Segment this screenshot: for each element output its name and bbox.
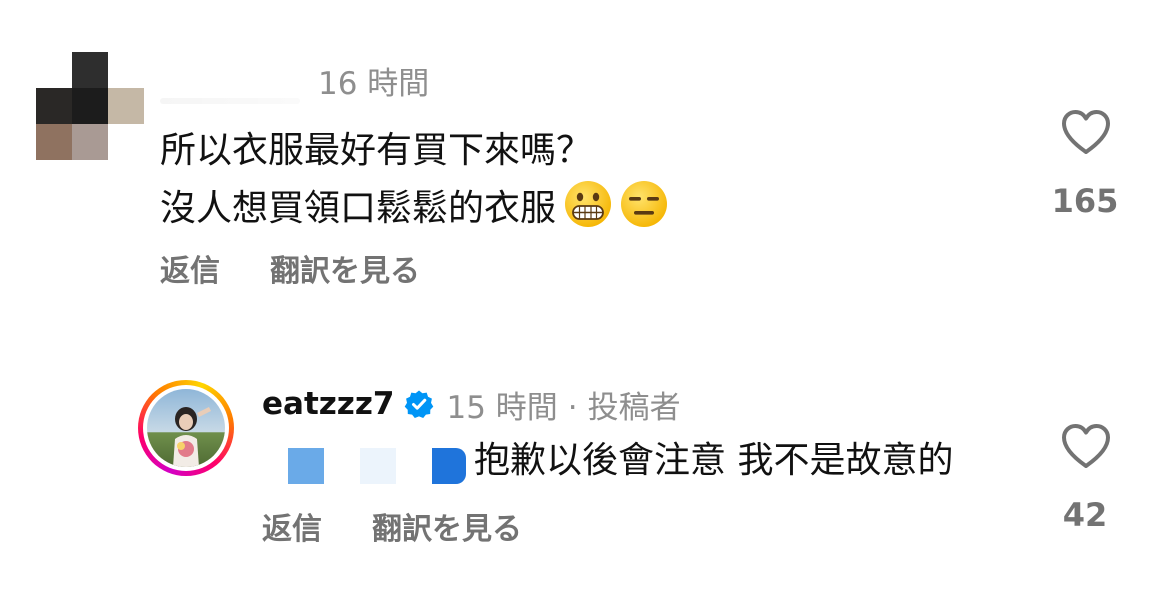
grimacing-face-emoji-icon <box>565 181 612 227</box>
redacted-block <box>288 448 324 484</box>
comment-text: 所以衣服最好有買下來嗎？ 沒人想買領口鬆鬆的衣服 <box>160 122 668 238</box>
comment-actions: 返信 翻訳を見る <box>262 512 522 548</box>
see-translation-button[interactable]: 翻訳を見る <box>372 512 522 547</box>
like-count: 42 <box>1062 496 1108 534</box>
see-translation-button[interactable]: 翻訳を見る <box>270 254 420 289</box>
heart-icon[interactable] <box>1060 108 1112 156</box>
comment-header: eatzzz7 15 時間 · 投稿者 <box>262 382 681 427</box>
comment-text-line-1: 所以衣服最好有買下來嗎？ <box>160 130 593 171</box>
author-badge: 投稿者 <box>587 389 681 426</box>
heart-icon[interactable] <box>1060 422 1112 470</box>
like-count: 165 <box>1051 182 1119 220</box>
avatar-story-ring[interactable] <box>138 380 234 476</box>
reply-button[interactable]: 返信 <box>160 254 220 289</box>
comment-actions: 返信 翻訳を見る <box>160 254 420 290</box>
expressionless-face-emoji-icon <box>621 181 668 227</box>
avatar-photo <box>147 389 225 467</box>
comment-timestamp: 16 時間 <box>318 66 430 102</box>
username-redacted[interactable] <box>160 98 300 104</box>
comment-text-line-2: 沒人想買領口鬆鬆的衣服 <box>160 188 557 229</box>
verified-badge-icon <box>405 390 434 418</box>
redacted-block <box>360 448 396 484</box>
redacted-block <box>432 448 466 484</box>
comment-timestamp: 15 時間 <box>446 389 558 426</box>
comment-meta: 15 時間 · 投稿者 <box>446 382 680 427</box>
avatar-pixelated[interactable] <box>36 52 146 162</box>
reply-button[interactable]: 返信 <box>262 512 322 547</box>
username[interactable]: eatzzz7 <box>262 386 394 422</box>
comment-text: 抱歉以後會注意 我不是故意的 <box>474 440 954 481</box>
separator-dot: · <box>567 389 578 426</box>
